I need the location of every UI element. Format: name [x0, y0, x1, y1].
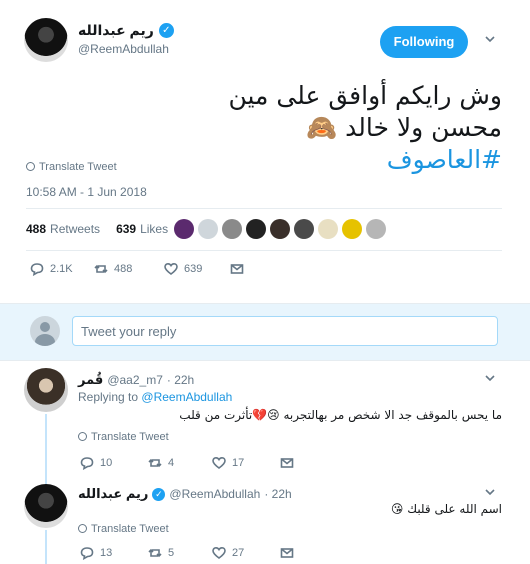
- thread-line: [45, 530, 47, 564]
- liker-avatar[interactable]: [342, 219, 362, 239]
- reply-icon: [80, 547, 94, 560]
- retweets-label[interactable]: Retweets: [50, 222, 100, 236]
- author-name-row[interactable]: ريم عبدالله ✓: [78, 22, 174, 39]
- translate-tweet-link[interactable]: Translate Tweet: [78, 431, 169, 443]
- liker-avatar[interactable]: [246, 219, 266, 239]
- retweet-icon: [94, 264, 108, 274]
- envelope-icon: [280, 548, 294, 558]
- reply-author-avatar[interactable]: [24, 368, 68, 412]
- reply-display-name[interactable]: قُمر: [78, 372, 103, 388]
- reply-count: 13: [100, 547, 113, 559]
- replying-to: Replying to @ReemAbdullah: [78, 390, 232, 404]
- stats-row: 488 Retweets 639 Likes: [26, 222, 168, 236]
- tweet-text-line2: محسن ولا خالد 🙈: [306, 113, 502, 142]
- reply-display-name[interactable]: ريم عبدالله: [78, 486, 148, 502]
- liker-avatar[interactable]: [174, 219, 194, 239]
- divider: [26, 208, 502, 209]
- reply-time[interactable]: · 22h: [264, 487, 291, 501]
- reply-action[interactable]: 10: [80, 456, 112, 470]
- likes-label[interactable]: Likes: [140, 222, 168, 236]
- verified-icon: ✓: [152, 487, 166, 501]
- retweet-icon: [148, 548, 162, 558]
- translate-label[interactable]: Translate Tweet: [39, 161, 117, 173]
- dm-action[interactable]: [280, 456, 294, 470]
- chevron-down-icon[interactable]: [484, 372, 496, 387]
- reply-input[interactable]: Tweet your reply: [72, 316, 498, 346]
- liker-avatar[interactable]: [270, 219, 290, 239]
- tweet-timestamp[interactable]: 10:58 AM - 1 Jun 2018: [26, 185, 147, 199]
- reply-action[interactable]: 13: [80, 546, 112, 560]
- reply-header: قُمر @aa2_m7 · 22h: [78, 372, 194, 388]
- like-action[interactable]: 17: [212, 456, 244, 470]
- reply-handle[interactable]: @ReemAbdullah: [169, 487, 260, 501]
- globe-icon: [26, 162, 35, 171]
- translate-tweet-link[interactable]: Translate Tweet: [26, 161, 117, 173]
- following-button[interactable]: Following: [380, 26, 468, 58]
- replying-to-handle[interactable]: @ReemAbdullah: [141, 390, 232, 404]
- like-action[interactable]: 27: [212, 546, 244, 560]
- retweet-action[interactable]: 488: [94, 262, 132, 276]
- translate-tweet-link[interactable]: Translate Tweet: [78, 523, 169, 535]
- author-avatar[interactable]: [24, 18, 68, 62]
- reply-text: ما يحس بالموقف جد الا شخص مر بهالتجربه 😢…: [179, 408, 502, 422]
- reply-count: 10: [100, 457, 113, 469]
- reply-author-avatar[interactable]: [24, 484, 68, 528]
- like-action[interactable]: 639: [164, 262, 202, 276]
- globe-icon: [78, 524, 87, 533]
- reply-header: ريم عبدالله ✓ @ReemAbdullah · 22h: [78, 486, 292, 502]
- heart-icon: [212, 546, 226, 559]
- heart-icon: [164, 262, 178, 275]
- reply-icon: [80, 457, 94, 470]
- retweet-action[interactable]: 4: [148, 456, 174, 470]
- translate-label[interactable]: Translate Tweet: [91, 431, 169, 443]
- like-count: 639: [184, 263, 203, 275]
- chevron-down-icon[interactable]: [484, 486, 496, 501]
- like-count: 27: [232, 547, 245, 559]
- retweet-icon: [148, 458, 162, 468]
- globe-icon: [78, 432, 87, 441]
- reply-count: 2.1K: [50, 263, 73, 275]
- likes-count[interactable]: 639: [116, 222, 136, 236]
- likers-avatars: [174, 219, 390, 239]
- chevron-down-icon[interactable]: [484, 33, 496, 48]
- reply-action[interactable]: 2.1K: [30, 262, 73, 276]
- liker-avatar[interactable]: [222, 219, 242, 239]
- dm-action[interactable]: [230, 262, 244, 276]
- envelope-icon: [280, 458, 294, 468]
- retweet-count: 488: [114, 263, 133, 275]
- reply-time[interactable]: · 22h: [167, 373, 194, 387]
- retweet-count: 5: [168, 547, 175, 559]
- reply-text: اسم الله على قلبك 😘: [390, 502, 502, 516]
- liker-avatar[interactable]: [318, 219, 338, 239]
- author-display-name[interactable]: ريم عبدالله: [78, 22, 154, 39]
- liker-avatar[interactable]: [198, 219, 218, 239]
- envelope-icon: [230, 264, 244, 274]
- divider: [26, 250, 502, 251]
- thread-line: [45, 414, 47, 474]
- dm-action[interactable]: [280, 546, 294, 560]
- tweet-text-line1: وش رايكم أوافق على مين: [228, 81, 502, 110]
- like-count: 17: [232, 457, 245, 469]
- retweet-action[interactable]: 5: [148, 546, 174, 560]
- liker-avatar[interactable]: [294, 219, 314, 239]
- reply-handle[interactable]: @aa2_m7: [107, 373, 163, 387]
- author-handle[interactable]: @ReemAbdullah: [78, 42, 169, 56]
- retweets-count[interactable]: 488: [26, 222, 46, 236]
- liker-avatar[interactable]: [366, 219, 386, 239]
- current-user-avatar: [30, 316, 60, 346]
- translate-label[interactable]: Translate Tweet: [91, 523, 169, 535]
- heart-icon: [212, 456, 226, 469]
- retweet-count: 4: [168, 457, 175, 469]
- verified-icon: ✓: [158, 23, 174, 38]
- replying-to-label: Replying to: [78, 390, 139, 404]
- reply-icon: [30, 263, 44, 276]
